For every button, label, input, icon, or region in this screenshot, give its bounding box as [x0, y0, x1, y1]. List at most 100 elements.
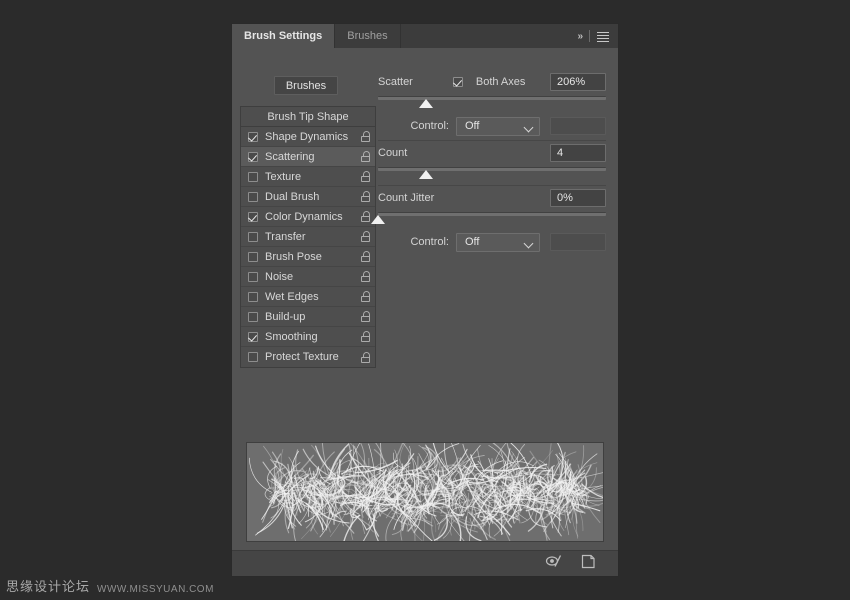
lock-icon[interactable]: [361, 211, 370, 222]
brush-options-list: Brush Tip Shape Shape Dynamics Scatterin…: [240, 106, 376, 368]
lock-icon[interactable]: [361, 352, 370, 363]
scatter-control-extra-field: [550, 117, 606, 135]
lock-icon[interactable]: [361, 151, 370, 162]
count-jitter-label: Count Jitter: [378, 192, 434, 204]
count-row: Count 4: [378, 143, 606, 163]
count-slider-thumb[interactable]: [419, 170, 433, 179]
brush-settings-panel: Brush Settings Brushes » Brushes Brush T…: [232, 24, 618, 576]
tab-brushes-label: Brushes: [347, 30, 387, 42]
count-jitter-control-select[interactable]: Off: [456, 233, 540, 252]
scatter-control-row: Control: Off: [378, 116, 606, 136]
option-label-scattering: Scattering: [265, 151, 361, 163]
watermark: 思缘设计论坛 WWW.MISSYUAN.COM: [6, 576, 214, 595]
eye-slash-icon[interactable]: [545, 554, 563, 573]
divider-after-scatter: [378, 140, 606, 141]
lock-icon[interactable]: [361, 271, 370, 282]
checkbox-build-up[interactable]: [248, 312, 258, 322]
panel-tabbar: Brush Settings Brushes »: [232, 24, 618, 48]
scatter-slider-thumb[interactable]: [419, 99, 433, 108]
lock-icon[interactable]: [361, 331, 370, 342]
scatter-slider[interactable]: [378, 94, 606, 110]
lock-icon[interactable]: [361, 131, 370, 142]
count-jitter-slider-thumb[interactable]: [371, 215, 385, 224]
option-row-wet-edges[interactable]: Wet Edges: [241, 287, 375, 307]
count-value-field[interactable]: 4: [550, 144, 606, 162]
checkbox-transfer[interactable]: [248, 232, 258, 242]
count-slider[interactable]: [378, 165, 606, 181]
checkbox-scattering[interactable]: [248, 152, 258, 162]
count-jitter-slider[interactable]: [378, 210, 606, 226]
option-label-build-up: Build-up: [265, 311, 361, 323]
checkbox-dual-brush[interactable]: [248, 192, 258, 202]
option-label-smoothing: Smoothing: [265, 331, 361, 343]
count-jitter-control-value: Off: [465, 236, 479, 248]
watermark-chinese: 思缘设计论坛: [6, 576, 90, 595]
scatter-slider-track[interactable]: [378, 96, 606, 100]
scatter-control-label: Control:: [378, 120, 456, 132]
scatter-value-field[interactable]: 206%: [550, 73, 606, 91]
checkbox-brush-pose[interactable]: [248, 252, 258, 262]
tab-brush-settings-label: Brush Settings: [244, 30, 322, 42]
tabbar-controls: »: [571, 24, 618, 48]
panel-menu-icon[interactable]: [597, 31, 609, 41]
count-jitter-slider-track[interactable]: [378, 212, 606, 216]
panel-footer: [232, 550, 618, 576]
divider-after-count: [378, 185, 606, 186]
new-brush-icon[interactable]: [581, 554, 596, 574]
option-label-dual-brush: Dual Brush: [265, 191, 361, 203]
checkbox-texture[interactable]: [248, 172, 258, 182]
scatter-control-select[interactable]: Off: [456, 117, 540, 136]
count-jitter-control-row: Control: Off: [378, 232, 606, 252]
option-row-build-up[interactable]: Build-up: [241, 307, 375, 327]
checkbox-both-axes[interactable]: [453, 77, 463, 87]
lock-icon[interactable]: [361, 191, 370, 202]
lock-icon[interactable]: [361, 291, 370, 302]
count-slider-track[interactable]: [378, 167, 606, 171]
option-row-shape-dynamics[interactable]: Shape Dynamics: [241, 127, 375, 147]
watermark-url: WWW.MISSYUAN.COM: [97, 584, 214, 595]
brush-tip-shape-header[interactable]: Brush Tip Shape: [241, 107, 375, 127]
option-label-noise: Noise: [265, 271, 361, 283]
lock-icon[interactable]: [361, 311, 370, 322]
scatter-label: Scatter: [378, 76, 413, 88]
chevron-double-right-icon[interactable]: »: [577, 31, 582, 42]
option-row-brush-pose[interactable]: Brush Pose: [241, 247, 375, 267]
option-label-protect-texture: Protect Texture: [265, 351, 361, 363]
option-row-scattering[interactable]: Scattering: [241, 147, 375, 167]
chevron-down-icon: [524, 122, 534, 132]
option-row-noise[interactable]: Noise: [241, 267, 375, 287]
option-row-protect-texture[interactable]: Protect Texture: [241, 347, 375, 367]
tab-brushes[interactable]: Brushes: [335, 24, 400, 48]
option-row-smoothing[interactable]: Smoothing: [241, 327, 375, 347]
count-jitter-control-extra-field: [550, 233, 606, 251]
count-jitter-control-label: Control:: [378, 236, 456, 248]
option-label-color-dynamics: Color Dynamics: [265, 211, 361, 223]
option-label-texture: Texture: [265, 171, 361, 183]
option-label-transfer: Transfer: [265, 231, 361, 243]
both-axes-label: Both Axes: [476, 76, 526, 88]
panel-body: Brushes Brush Tip Shape Shape Dynamics S…: [232, 48, 618, 576]
lock-icon[interactable]: [361, 171, 370, 182]
option-row-transfer[interactable]: Transfer: [241, 227, 375, 247]
checkbox-smoothing[interactable]: [248, 332, 258, 342]
both-axes-group[interactable]: Both Axes: [453, 76, 526, 88]
brushes-button[interactable]: Brushes: [274, 76, 338, 95]
checkbox-wet-edges[interactable]: [248, 292, 258, 302]
count-jitter-row: Count Jitter 0%: [378, 188, 606, 208]
tabbar-spacer: [401, 24, 572, 48]
checkbox-noise[interactable]: [248, 272, 258, 282]
checkbox-protect-texture[interactable]: [248, 352, 258, 362]
count-label: Count: [378, 147, 407, 159]
option-row-color-dynamics[interactable]: Color Dynamics: [241, 207, 375, 227]
scattering-controls: Scatter Both Axes 206% Control: Off: [378, 72, 606, 252]
option-row-texture[interactable]: Texture: [241, 167, 375, 187]
tab-brush-settings[interactable]: Brush Settings: [232, 24, 335, 48]
lock-icon[interactable]: [361, 231, 370, 242]
brush-stroke-graphic: [247, 443, 604, 542]
brush-stroke-preview: [246, 442, 604, 542]
checkbox-color-dynamics[interactable]: [248, 212, 258, 222]
lock-icon[interactable]: [361, 251, 370, 262]
option-row-dual-brush[interactable]: Dual Brush: [241, 187, 375, 207]
count-jitter-value-field[interactable]: 0%: [550, 189, 606, 207]
checkbox-shape-dynamics[interactable]: [248, 132, 258, 142]
